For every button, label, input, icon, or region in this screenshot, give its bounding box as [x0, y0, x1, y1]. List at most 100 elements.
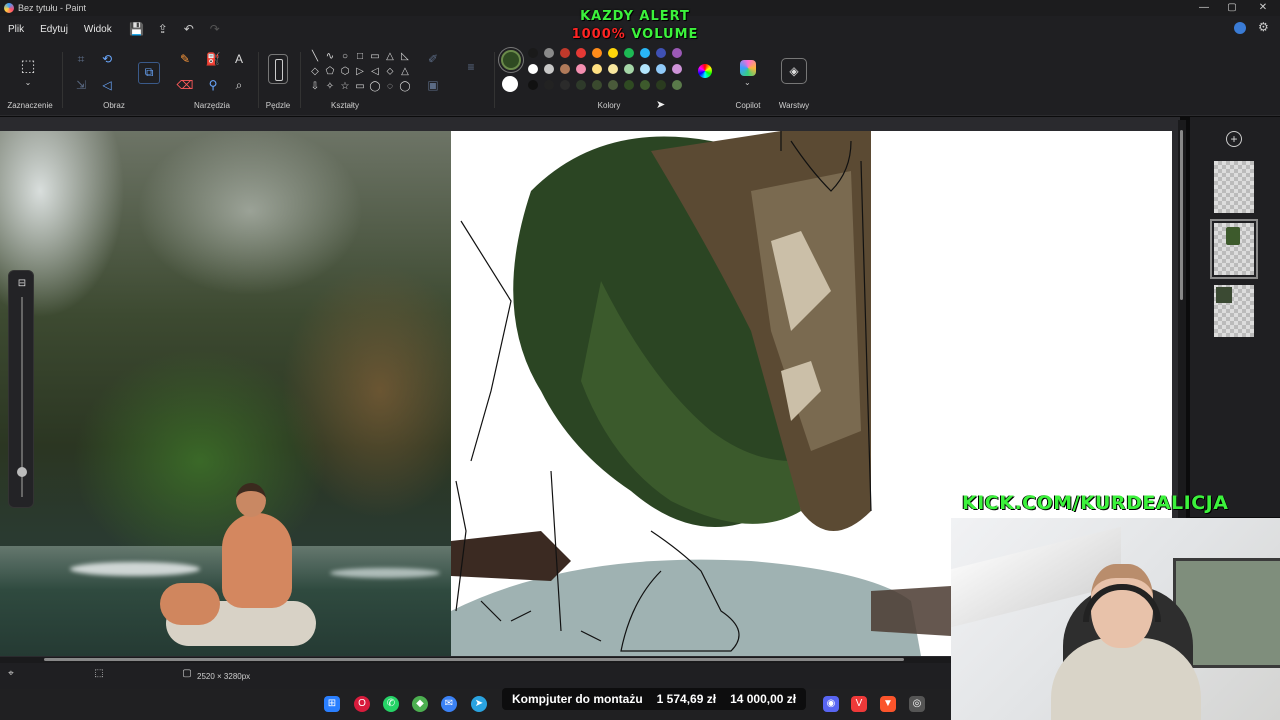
layers-icon[interactable]: ◈ [781, 58, 807, 84]
color-swatch[interactable] [656, 64, 666, 74]
pencil-icon[interactable]: ✎ [176, 50, 194, 68]
shape-rounded-rectangle[interactable]: ▭ [368, 50, 382, 64]
color-swatch[interactable] [528, 64, 538, 74]
color-swatch[interactable] [608, 64, 618, 74]
shape-arrow-up[interactable]: ⬦ [383, 65, 397, 79]
color-swatch[interactable] [576, 48, 586, 58]
account-icon[interactable] [1234, 22, 1246, 34]
shape-oval[interactable]: ○ [338, 50, 352, 64]
layer-thumbnail[interactable] [1214, 161, 1254, 213]
vertical-scroll-thumb[interactable] [1180, 130, 1183, 300]
app-icon-2[interactable]: ◎ [909, 696, 925, 712]
shape-heart[interactable]: ◯ [398, 80, 412, 94]
copilot-icon[interactable] [740, 60, 756, 76]
horizontal-scroll-thumb[interactable] [44, 658, 904, 661]
color-swatch[interactable] [608, 80, 618, 90]
color-swatch[interactable] [560, 64, 570, 74]
minimize-button[interactable]: — [1190, 0, 1218, 16]
shape-star-five[interactable]: ☆ [338, 80, 352, 94]
color-swatch[interactable] [592, 48, 602, 58]
primary-color-swatch[interactable] [501, 50, 521, 70]
menu-file[interactable]: Plik [0, 24, 32, 35]
layer-thumbnail[interactable] [1214, 285, 1254, 337]
color-swatch[interactable] [672, 64, 682, 74]
share-icon[interactable]: ⇪ [154, 20, 172, 38]
shape-curve[interactable]: ∿ [323, 50, 337, 64]
zoom-icon[interactable]: ⊟ [15, 277, 29, 291]
shape-triangle[interactable]: △ [383, 50, 397, 64]
shape-arrow-right[interactable]: ▷ [353, 65, 367, 79]
color-swatch[interactable] [528, 80, 538, 90]
shape-diamond[interactable]: ◇ [308, 65, 322, 79]
color-swatch[interactable] [640, 80, 650, 90]
color-swatch[interactable] [640, 48, 650, 58]
color-swatch[interactable] [608, 48, 618, 58]
chevron-down-icon[interactable]: ⌄ [19, 74, 37, 92]
brave-icon[interactable]: ▼ [880, 696, 896, 712]
flip-icon[interactable]: ◁ [98, 76, 116, 94]
resize-icon[interactable]: ⇲ [72, 76, 90, 94]
chevron-down-icon[interactable]: ⌄ [744, 78, 751, 87]
shape-right-triangle[interactable]: ◺ [398, 50, 412, 64]
color-swatch[interactable] [560, 48, 570, 58]
color-swatch[interactable] [544, 80, 554, 90]
color-swatch[interactable] [640, 64, 650, 74]
whatsapp-icon[interactable]: ✆ [383, 696, 399, 712]
settings-gear-icon[interactable]: ⚙ [1258, 20, 1269, 34]
magnifier-icon[interactable]: ⌕ [230, 76, 248, 94]
maximize-button[interactable]: ▢ [1218, 0, 1246, 16]
menu-view[interactable]: Widok [76, 24, 120, 35]
shape-arrow-left[interactable]: ◁ [368, 65, 382, 79]
vivaldi-icon[interactable]: V [851, 696, 867, 712]
rotate-icon[interactable]: ⟲ [98, 50, 116, 68]
shape-pentagon[interactable]: ⬠ [323, 65, 337, 79]
color-swatch[interactable] [672, 48, 682, 58]
shape-callout-oval[interactable]: ◯ [368, 80, 382, 94]
text-tool-icon[interactable]: A [230, 50, 248, 68]
fill-bucket-icon[interactable]: ⛽ [204, 50, 222, 68]
outline-icon[interactable]: ✐ [424, 50, 442, 68]
shape-star-four[interactable]: ✧ [323, 80, 337, 94]
color-swatch[interactable] [656, 48, 666, 58]
crop-icon[interactable]: ⌗ [72, 50, 90, 68]
save-icon[interactable]: 💾 [128, 20, 146, 38]
close-button[interactable]: ✕ [1249, 0, 1277, 16]
color-swatch[interactable] [576, 64, 586, 74]
fill-icon[interactable]: ▣ [424, 76, 442, 94]
windows-icon[interactable]: ⊞ [324, 696, 340, 712]
zoom-slider-handle[interactable] [17, 467, 27, 477]
shape-line[interactable]: ╲ [308, 50, 322, 64]
color-swatch[interactable] [560, 80, 570, 90]
color-swatch[interactable] [624, 64, 634, 74]
redo-icon[interactable]: ↷ [206, 20, 224, 38]
secondary-color-swatch[interactable] [502, 76, 518, 92]
shape-size-icon[interactable]: ≡ [462, 58, 480, 76]
layer-thumbnail-selected[interactable] [1210, 219, 1258, 279]
undo-icon[interactable]: ↶ [180, 20, 198, 38]
shape-hexagon[interactable]: ⬡ [338, 65, 352, 79]
color-swatch[interactable] [656, 80, 666, 90]
color-swatch[interactable] [592, 64, 602, 74]
color-swatch[interactable] [544, 64, 554, 74]
shape-callout-cloud[interactable]: ◌ [383, 80, 397, 94]
color-swatch[interactable] [624, 48, 634, 58]
color-swatch[interactable] [624, 80, 634, 90]
color-swatch[interactable] [672, 80, 682, 90]
shape-arrow-down[interactable]: ⇩ [308, 80, 322, 94]
menu-edit[interactable]: Edytuj [32, 24, 76, 35]
color-swatch[interactable] [528, 48, 538, 58]
shape-arrow-up-outline[interactable]: △ [398, 65, 412, 79]
shape-callout-rect[interactable]: ▭ [353, 80, 367, 94]
opera-icon[interactable]: O [354, 696, 370, 712]
color-swatch[interactable] [576, 80, 586, 90]
telegram-icon[interactable]: ➤ [471, 696, 487, 712]
eraser-icon[interactable]: ⌫ [176, 76, 194, 94]
color-swatch[interactable] [592, 80, 602, 90]
color-swatch[interactable] [544, 48, 554, 58]
messenger-icon[interactable]: ✉ [441, 696, 457, 712]
add-layer-icon[interactable]: + [1226, 131, 1242, 147]
shape-rectangle[interactable]: □ [353, 50, 367, 64]
remove-background-icon[interactable]: ⧉ [138, 62, 160, 84]
brush-selector-button[interactable] [268, 54, 288, 84]
color-picker-icon[interactable]: ⚲ [204, 76, 222, 94]
